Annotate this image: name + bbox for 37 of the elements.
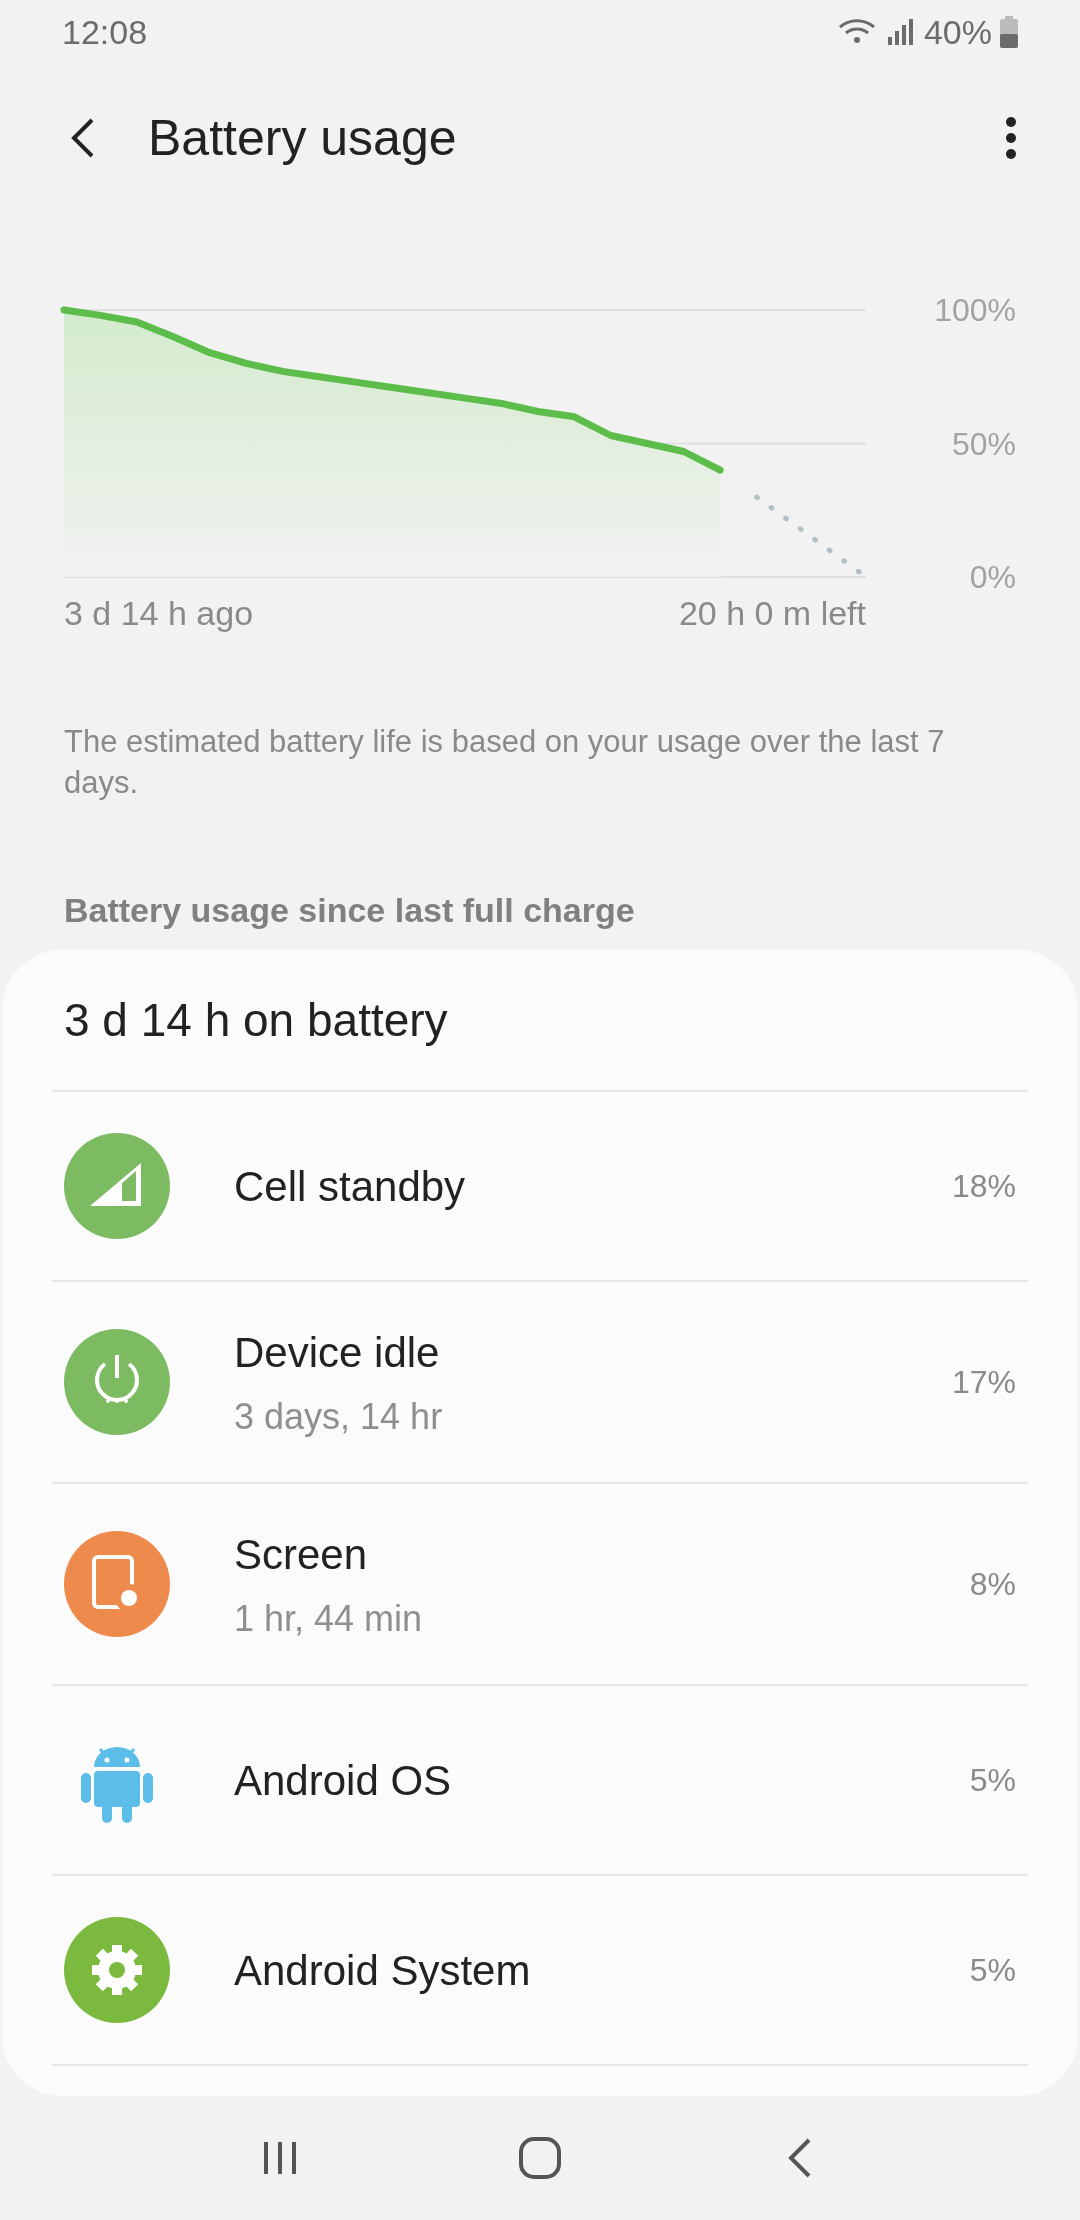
settings-icon	[64, 1917, 170, 2023]
power-icon	[64, 1329, 170, 1435]
section-title: Battery usage since last full charge	[63, 890, 636, 931]
item-duration: 3 days, 14 hr	[234, 1394, 444, 1439]
usage-item[interactable]: Screen 1 hr, 44 min 8%	[52, 1484, 1028, 1684]
item-percent: 5%	[969, 1951, 1016, 1990]
item-percent: 5%	[969, 1761, 1016, 1800]
signal-icon	[64, 1133, 170, 1239]
axis-label: 50%	[951, 425, 1016, 462]
home-icon	[518, 2136, 562, 2180]
battery-icon	[1000, 16, 1018, 48]
item-duration: 1 hr, 44 min	[234, 1596, 424, 1641]
axis-label: 0%	[969, 559, 1016, 595]
estimate-note: The estimated battery life is based on your usage over the last 7 days.	[64, 723, 946, 802]
usage-item[interactable]: Cell standby 18%	[52, 1092, 1028, 1280]
item-percent: 8%	[969, 1565, 1016, 1604]
item-name: Screen	[234, 1529, 369, 1580]
item-percent: 17%	[951, 1363, 1016, 1402]
card-title: 3 d 14 h on battery	[63, 992, 449, 1048]
back-icon	[787, 2136, 813, 2180]
start-time-label: 3 d 14 h ago	[64, 593, 254, 634]
axis-label: 100%	[934, 292, 1016, 328]
usage-item[interactable]: Android OS 5%	[52, 1686, 1028, 1874]
item-name: Cell standby	[234, 1161, 467, 1212]
more-icon	[1005, 116, 1017, 160]
status-time: 12:08	[62, 11, 148, 53]
usage-item[interactable]: Android System 5%	[52, 1876, 1028, 2064]
time-left-label: 20 h 0 m left	[678, 593, 866, 634]
item-percent: 18%	[951, 1167, 1016, 1206]
page-title: Battery usage	[148, 108, 458, 168]
usage-item[interactable]: Device idle 3 days, 14 hr 17%	[52, 1282, 1028, 1482]
signal-bars-icon	[885, 17, 916, 47]
item-name: Android System	[234, 1945, 532, 1996]
item-name: Android OS	[234, 1755, 453, 1806]
battery-percent: 40%	[923, 11, 992, 53]
item-name: Device idle	[234, 1327, 441, 1378]
screen-brightness-icon	[64, 1531, 170, 1637]
